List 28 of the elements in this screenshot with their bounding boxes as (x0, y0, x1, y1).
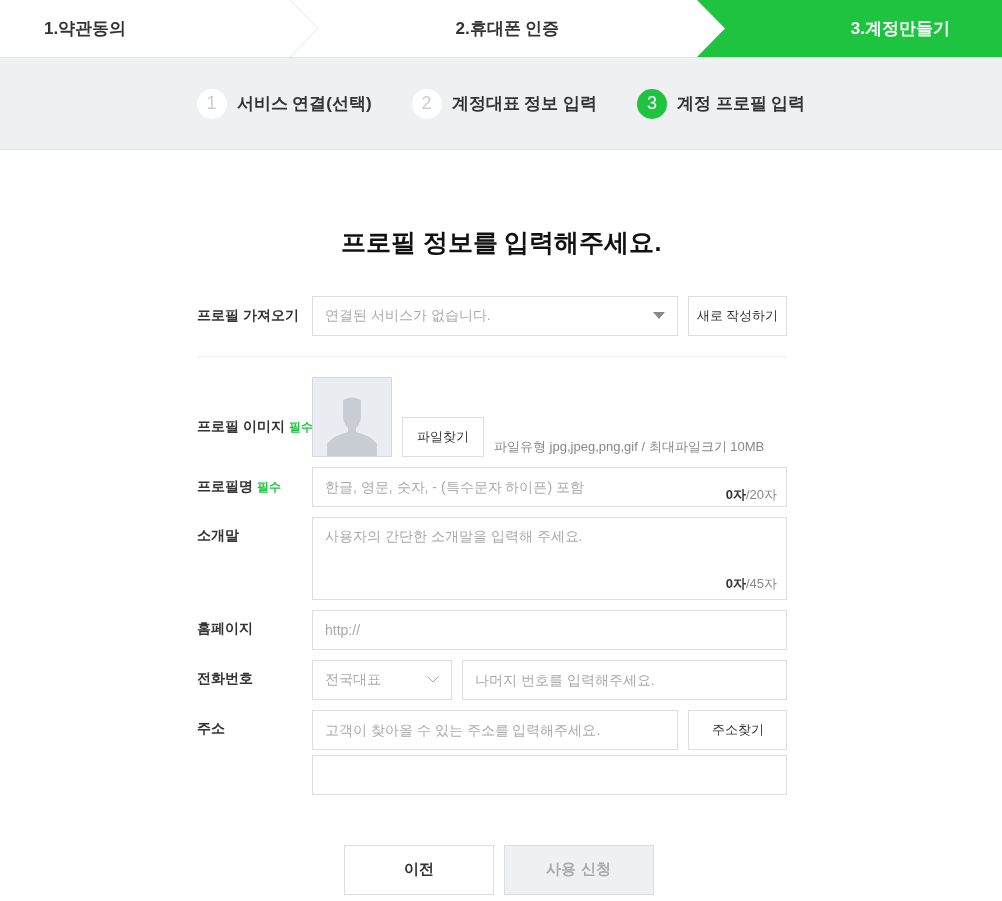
chevron-down-icon (427, 676, 439, 683)
required-mark: 필수 (257, 478, 281, 496)
step-label: 서비스 연결(선택) (236, 92, 372, 115)
step-label: 계정 프로필 입력 (677, 92, 806, 115)
step-number: 3 (637, 88, 667, 119)
address-search-button[interactable]: 주소찾기 (688, 709, 787, 750)
step-label: 계정대표 정보 입력 (451, 92, 597, 115)
new-profile-button[interactable]: 새로 작성하기 (688, 295, 787, 336)
phone-number-field[interactable]: 나머지 번호를 입력해주세요. (462, 659, 787, 700)
homepage-field[interactable]: http:// (312, 609, 787, 650)
field-label: 전화번호 (197, 668, 253, 688)
file-browse-button[interactable]: 파일찾기 (402, 416, 484, 457)
person-silhouette-icon (326, 395, 378, 456)
field-label: 소개말 (197, 525, 239, 545)
char-counter: 0자/45자 (725, 575, 777, 593)
field-label: 프로필명 (197, 477, 253, 496)
page-title: 프로필 정보를 입력해주세요. (339, 227, 663, 258)
field-label: 홈페이지 (197, 618, 253, 638)
field-label: 프로필 이미지 (197, 417, 285, 436)
address-field[interactable]: 고객이 찾아올 수 있는 주소를 입력해주세요. (312, 709, 678, 750)
form-button[interactable]: 이전 (343, 844, 494, 895)
file-hint: 파일유형 jpg,jpeg,png,gif / 최대파일크기 10MB (494, 438, 765, 456)
field-label: 주소 (197, 718, 225, 738)
required-mark: 필수 (288, 418, 313, 436)
char-counter: 0자/20자 (725, 486, 777, 504)
address-detail-field[interactable] (312, 754, 787, 795)
field-label: 프로필 가져오기 (197, 306, 299, 325)
dropdown-caret-icon (653, 312, 665, 319)
